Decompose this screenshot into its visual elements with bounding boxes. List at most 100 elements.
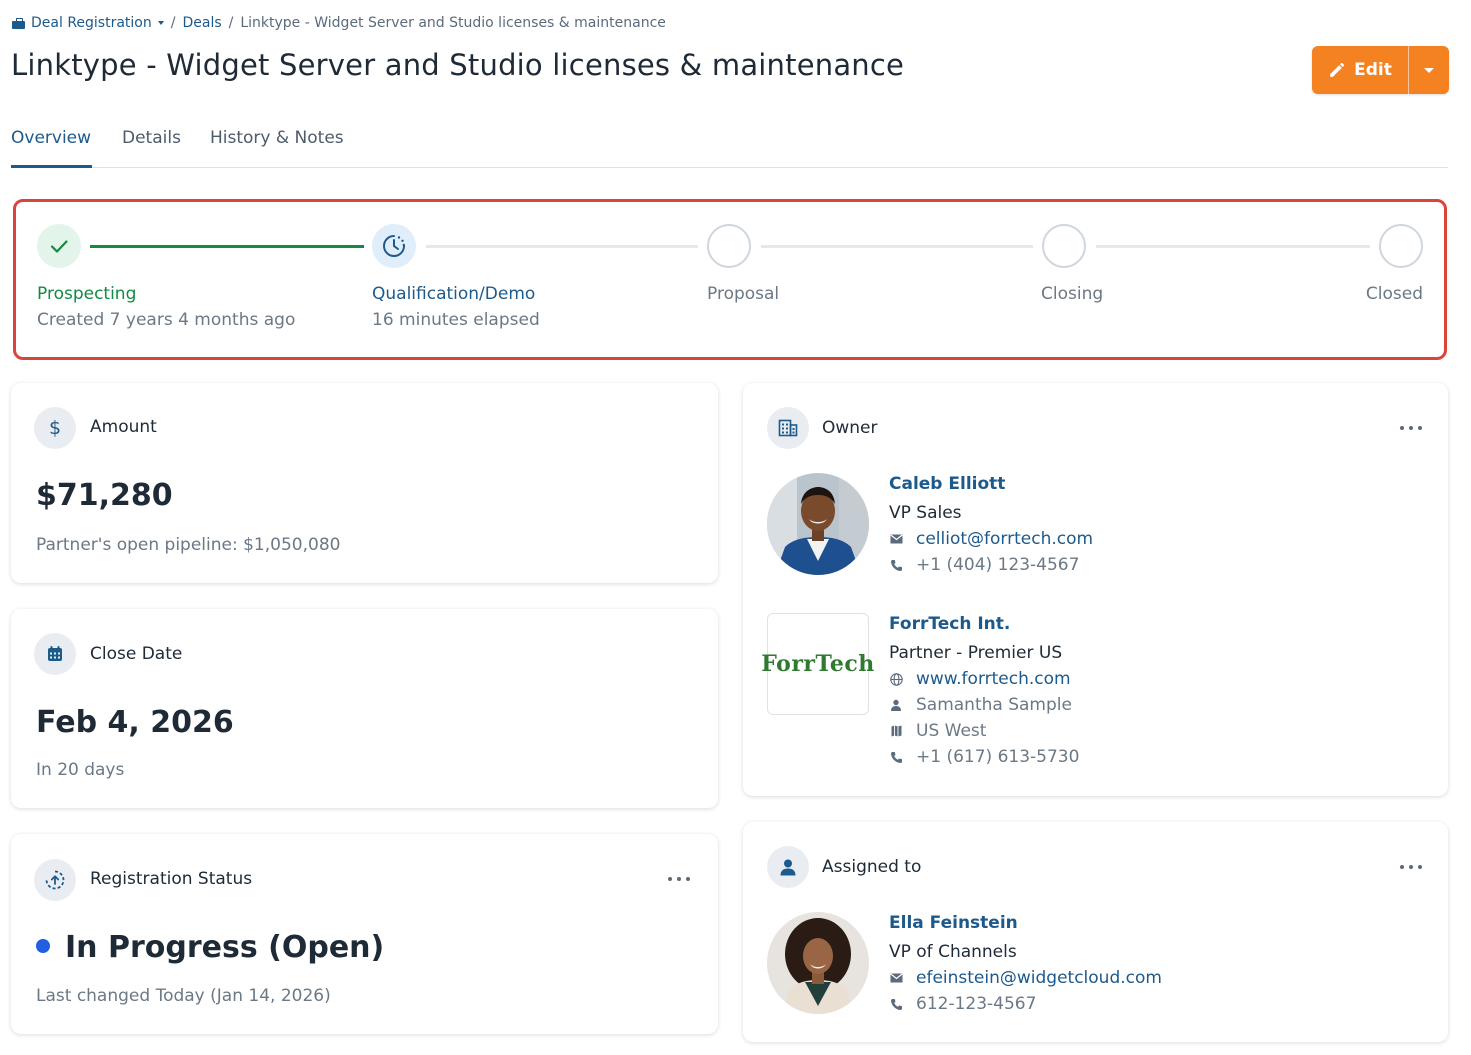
owner-person-info: Caleb Elliott VP Sales celliot@forrtech.… bbox=[889, 474, 1093, 578]
company-contact: Samantha Sample bbox=[916, 695, 1072, 715]
company-phone-row: +1 (617) 613-5730 bbox=[889, 744, 1079, 770]
stage-prospecting-label: Prospecting bbox=[37, 284, 137, 304]
close-date-value: Feb 4, 2026 bbox=[36, 705, 234, 740]
owner-email[interactable]: celliot@forrtech.com bbox=[916, 529, 1093, 549]
breadcrumb-separator: / bbox=[170, 15, 176, 31]
check-icon bbox=[50, 240, 68, 253]
owner-phone: +1 (404) 123-4567 bbox=[916, 555, 1080, 575]
assignee-email-row[interactable]: efeinstein@widgetcloud.com bbox=[889, 965, 1162, 991]
more-options-icon[interactable] bbox=[1400, 860, 1422, 874]
amount-card: $ Amount $71,280 Partner's open pipeline… bbox=[11, 383, 718, 583]
breadcrumb-deals[interactable]: Deals bbox=[182, 15, 221, 31]
owner-person-name[interactable]: Caleb Elliott bbox=[889, 474, 1093, 500]
partner-pipeline-text: Partner's open pipeline: $1,050,080 bbox=[36, 535, 341, 555]
close-date-label: Close Date bbox=[90, 644, 183, 664]
company-name[interactable]: ForrTech Int. bbox=[889, 614, 1079, 640]
close-date-card: Close Date Feb 4, 2026 In 20 days bbox=[11, 609, 718, 808]
stage-closing-marker bbox=[1042, 224, 1086, 268]
phone-icon bbox=[889, 997, 903, 1011]
edit-button-label: Edit bbox=[1354, 60, 1392, 80]
owner-email-row[interactable]: celliot@forrtech.com bbox=[889, 526, 1093, 552]
edit-options-dropdown[interactable] bbox=[1408, 46, 1449, 94]
assignee-phone: 612-123-4567 bbox=[916, 994, 1037, 1014]
stage-closed-label: Closed bbox=[1365, 284, 1423, 304]
stage-proposal-marker bbox=[707, 224, 751, 268]
tab-history-notes[interactable]: History & Notes bbox=[210, 128, 344, 168]
registration-status-card: Registration Status In Progress (Open) L… bbox=[11, 834, 718, 1034]
tab-bar: Overview Details History & Notes bbox=[11, 128, 1448, 168]
stage-prospecting-marker bbox=[37, 224, 81, 268]
globe-icon bbox=[889, 672, 903, 686]
tab-overview[interactable]: Overview bbox=[11, 128, 92, 168]
registration-status-value: In Progress (Open) bbox=[65, 930, 385, 965]
briefcase-icon bbox=[12, 17, 25, 29]
owner-person-title: VP Sales bbox=[889, 503, 962, 523]
building-icon bbox=[767, 407, 809, 449]
person-icon bbox=[889, 698, 903, 712]
assigned-label: Assigned to bbox=[822, 857, 922, 877]
registration-status-icon bbox=[34, 859, 76, 901]
stage-connector bbox=[1096, 245, 1370, 248]
edit-button[interactable]: Edit bbox=[1312, 46, 1408, 94]
breadcrumb-separator: / bbox=[228, 15, 234, 31]
breadcrumb-current: Linktype - Widget Server and Studio lice… bbox=[240, 15, 666, 31]
assignee-avatar bbox=[767, 912, 869, 1014]
stage-connector bbox=[426, 245, 698, 248]
calendar-icon bbox=[34, 633, 76, 675]
company-logo: ForrTech bbox=[761, 613, 874, 715]
dollar-icon: $ bbox=[34, 407, 76, 449]
company-website-row[interactable]: www.forrtech.com bbox=[889, 666, 1079, 692]
company-info: ForrTech Int. Partner - Premier US www.f… bbox=[889, 614, 1079, 770]
breadcrumb-deal-registration[interactable]: Deal Registration bbox=[12, 15, 164, 31]
edit-button-group: Edit bbox=[1312, 46, 1449, 94]
assignee-name[interactable]: Ella Feinstein bbox=[889, 913, 1162, 939]
person-icon bbox=[767, 846, 809, 888]
owner-avatar bbox=[767, 473, 869, 575]
company-tier: Partner - Premier US bbox=[889, 643, 1063, 663]
tab-details[interactable]: Details bbox=[122, 128, 181, 168]
owner-label: Owner bbox=[822, 418, 878, 438]
status-dot-icon bbox=[36, 938, 50, 953]
company-contact-row: Samantha Sample bbox=[889, 692, 1079, 718]
owner-phone-row: +1 (404) 123-4567 bbox=[889, 552, 1093, 578]
phone-icon bbox=[889, 558, 903, 572]
assignee-phone-row: 612-123-4567 bbox=[889, 991, 1162, 1017]
owner-card: Owner Caleb Elliott VP Sales celliot@for… bbox=[743, 383, 1448, 796]
registration-status-value-row: In Progress (Open) bbox=[36, 930, 384, 965]
mail-icon bbox=[889, 971, 903, 985]
clock-progress-icon bbox=[383, 235, 405, 257]
stage-connector bbox=[90, 245, 364, 248]
stage-qualification-sub: 16 minutes elapsed bbox=[372, 310, 540, 330]
mail-icon bbox=[889, 532, 903, 546]
company-phone: +1 (617) 613-5730 bbox=[916, 747, 1080, 767]
amount-label: Amount bbox=[90, 417, 157, 437]
assignee-info: Ella Feinstein VP of Channels efeinstein… bbox=[889, 913, 1162, 1017]
deal-page: Deal Registration / Deals / Linktype - W… bbox=[0, 0, 1471, 1055]
company-region: US West bbox=[916, 721, 987, 741]
map-icon bbox=[889, 724, 903, 738]
pencil-icon bbox=[1330, 62, 1345, 77]
chevron-down-icon bbox=[1424, 67, 1434, 73]
company-logo-text: ForrTech bbox=[761, 651, 875, 677]
chevron-down-icon bbox=[157, 21, 164, 25]
stage-prospecting-sub: Created 7 years 4 months ago bbox=[37, 310, 296, 330]
assigned-card: Assigned to Ella Feinstein VP of Channel… bbox=[743, 822, 1448, 1042]
stage-closed-marker bbox=[1379, 224, 1423, 268]
company-region-row: US West bbox=[889, 718, 1079, 744]
company-website[interactable]: www.forrtech.com bbox=[916, 669, 1071, 689]
stage-qualification-marker bbox=[372, 224, 416, 268]
amount-value: $71,280 bbox=[36, 478, 173, 513]
more-options-icon[interactable] bbox=[668, 872, 690, 886]
registration-last-changed: Last changed Today (Jan 14, 2026) bbox=[36, 986, 331, 1006]
breadcrumb: Deal Registration / Deals / Linktype - W… bbox=[12, 15, 666, 31]
phone-icon bbox=[889, 750, 903, 764]
assignee-title: VP of Channels bbox=[889, 942, 1017, 962]
assignee-email[interactable]: efeinstein@widgetcloud.com bbox=[916, 968, 1162, 988]
breadcrumb-root-label: Deal Registration bbox=[31, 15, 152, 31]
close-date-relative: In 20 days bbox=[36, 760, 125, 780]
deal-stage-tracker: Prospecting Created 7 years 4 months ago… bbox=[13, 199, 1447, 360]
stage-proposal-label: Proposal bbox=[707, 284, 780, 304]
stage-closing-label: Closing bbox=[1041, 284, 1104, 304]
stage-qualification-label: Qualification/Demo bbox=[372, 284, 536, 304]
more-options-icon[interactable] bbox=[1400, 421, 1422, 435]
